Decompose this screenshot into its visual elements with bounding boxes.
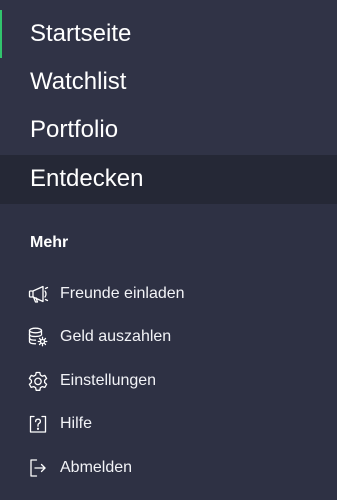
- megaphone-icon: [27, 283, 49, 305]
- menu-item-geld-auszahlen[interactable]: Geld auszahlen: [0, 319, 337, 355]
- menu-item-label: Einstellungen: [60, 372, 157, 389]
- coins-settings-icon: [27, 326, 49, 348]
- menu-item-hilfe[interactable]: Hilfe: [0, 406, 337, 442]
- gear-icon: [27, 370, 49, 392]
- nav-item-label: Portfolio: [30, 116, 119, 143]
- navigation-sidebar: Startseite Watchlist Portfolio Entdecken…: [0, 0, 337, 500]
- nav-item-startseite[interactable]: Startseite: [0, 10, 337, 59]
- nav-item-entdecken[interactable]: Entdecken: [0, 155, 337, 204]
- section-title-mehr: Mehr: [30, 234, 69, 251]
- menu-item-label: Geld auszahlen: [60, 328, 172, 345]
- main-menu: Startseite Watchlist Portfolio Entdecken: [0, 0, 337, 204]
- menu-item-label: Freunde einladen: [60, 285, 185, 302]
- help-question-icon: [27, 413, 49, 435]
- nav-item-label: Watchlist: [30, 68, 127, 95]
- nav-item-watchlist[interactable]: Watchlist: [0, 58, 337, 107]
- menu-item-abmelden[interactable]: Abmelden: [0, 450, 337, 486]
- menu-item-label: Hilfe: [60, 415, 93, 432]
- menu-item-freunde-einladen[interactable]: Freunde einladen: [0, 276, 337, 312]
- menu-item-einstellungen[interactable]: Einstellungen: [0, 363, 337, 399]
- nav-item-portfolio[interactable]: Portfolio: [0, 106, 337, 155]
- nav-item-label: Startseite: [30, 20, 132, 47]
- logout-icon: [27, 457, 49, 479]
- menu-item-label: Abmelden: [60, 459, 133, 476]
- nav-item-label: Entdecken: [30, 165, 144, 192]
